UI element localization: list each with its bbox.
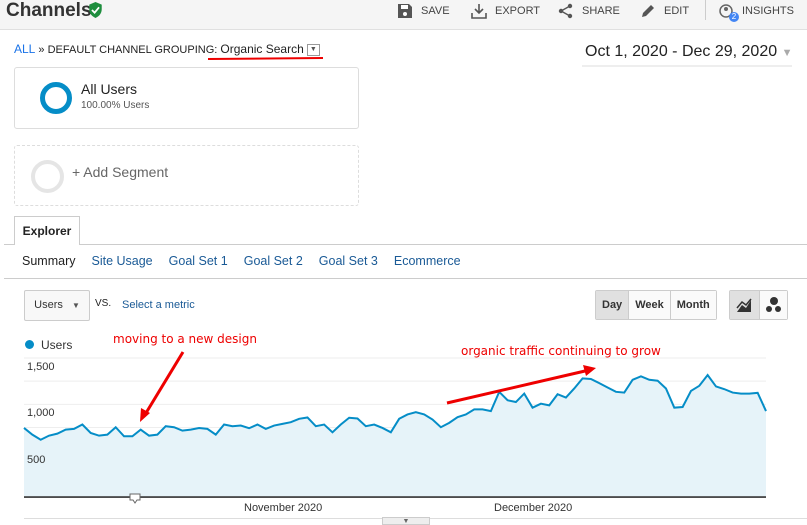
breadcrumb-label: DEFAULT CHANNEL GROUPING:	[47, 44, 218, 56]
empty-segment-ring-icon	[31, 160, 64, 193]
verified-shield-icon	[89, 2, 102, 18]
chevron-down-icon: ▼	[781, 47, 793, 59]
tab-explorer[interactable]: Explorer	[14, 216, 80, 245]
pencil-icon	[642, 5, 654, 17]
share-button[interactable]: SHARE	[558, 3, 620, 19]
tab-divider	[4, 244, 807, 245]
add-segment-button[interactable]: + Add Segment	[14, 145, 359, 206]
date-range-picker[interactable]: Oct 1, 2020 - Dec 29, 2020 ▼	[585, 43, 792, 61]
date-range-text: Oct 1, 2020 - Dec 29, 2020	[585, 43, 778, 60]
select-metric-link[interactable]: Select a metric	[122, 299, 195, 311]
save-button[interactable]: SAVE	[397, 3, 450, 19]
users-chart	[23, 351, 767, 504]
area-fill	[24, 375, 766, 497]
period-day-button[interactable]: Day	[596, 291, 629, 319]
breadcrumb-all-link[interactable]: ALL	[14, 42, 35, 56]
x-tick-december: December 2020	[494, 502, 573, 514]
export-button[interactable]: EXPORT	[471, 3, 540, 19]
header: Channels SAVE EXPORT SHARE EDIT INSIGHTS…	[0, 0, 807, 30]
legend-dot-icon	[25, 340, 34, 349]
chart-type-toggle	[729, 290, 788, 320]
edit-label: EDIT	[664, 5, 690, 17]
period-toggle: Day Week Month	[595, 290, 717, 320]
segment-all-users[interactable]: All Users 100.00% Users	[14, 67, 359, 129]
subtab-goal-set-2[interactable]: Goal Set 2	[244, 254, 303, 268]
breadcrumb: ALL » DEFAULT CHANNEL GROUPING: Organic …	[14, 42, 320, 57]
add-segment-label: + Add Segment	[72, 164, 169, 180]
divider	[705, 0, 706, 20]
vs-label: VS.	[95, 298, 112, 309]
metric-value: Users	[34, 299, 63, 311]
date-underline	[582, 65, 792, 67]
line-chart-icon	[736, 298, 752, 312]
y-tick-500: 500	[27, 454, 46, 466]
red-underline-annotation	[207, 57, 324, 60]
share-icon	[558, 3, 573, 19]
subtab-ecommerce[interactable]: Ecommerce	[394, 254, 461, 268]
metric-dropdown[interactable]: Users ▼	[24, 290, 90, 321]
period-month-button[interactable]: Month	[669, 291, 716, 319]
export-label: EXPORT	[495, 5, 541, 17]
y-tick-1500: 1,500	[27, 361, 55, 373]
arrowhead-icon	[583, 365, 596, 376]
subtab-goal-set-1[interactable]: Goal Set 1	[169, 254, 228, 268]
save-label: SAVE	[421, 5, 450, 17]
y-tick-1000: 1,000	[27, 407, 55, 419]
subtab-goal-set-3[interactable]: Goal Set 3	[319, 254, 378, 268]
motion-chart-button[interactable]	[759, 291, 787, 319]
segment-name: All Users	[81, 81, 138, 97]
insights-label: INSIGHTS	[742, 5, 794, 17]
page-title: Channels	[6, 0, 92, 21]
subtab-site-usage[interactable]: Site Usage	[91, 254, 152, 268]
annotation-marker-icon	[129, 493, 141, 504]
explorer-subtabs: Summary Site Usage Goal Set 1 Goal Set 2…	[22, 254, 461, 268]
subtab-summary[interactable]: Summary	[22, 254, 75, 268]
breadcrumb-value: Organic Search	[220, 42, 304, 56]
line-chart-button[interactable]	[730, 291, 759, 319]
edit-button[interactable]: EDIT	[640, 3, 689, 19]
expand-annotations-toggle[interactable]: ▼	[382, 517, 430, 525]
period-week-button[interactable]: Week	[628, 291, 670, 319]
segment-ring-icon	[40, 82, 72, 114]
breadcrumb-separator: »	[38, 44, 45, 56]
export-icon	[471, 4, 487, 19]
subtab-divider	[4, 278, 807, 279]
annotation-new-design: moving to a new design	[113, 332, 257, 346]
bubble-chart-icon	[766, 297, 781, 312]
insights-badge: 2	[729, 12, 739, 22]
x-tick-november: November 2020	[244, 502, 323, 514]
segment-detail: 100.00% Users	[81, 100, 150, 111]
save-icon	[398, 4, 412, 18]
caret-down-icon: ▼	[71, 301, 80, 310]
share-label: SHARE	[582, 5, 620, 17]
